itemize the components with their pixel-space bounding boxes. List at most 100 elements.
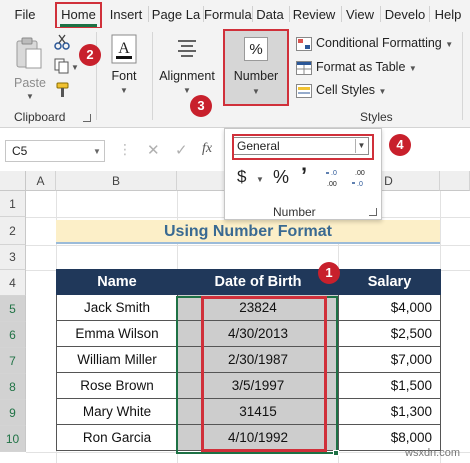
cell-name[interactable]: Mary White — [56, 398, 178, 425]
table-row: Ron Garcia 4/10/1992 $8,000 — [56, 424, 441, 451]
format-as-table-icon — [296, 60, 312, 75]
chevron-down-icon: ▼ — [445, 40, 454, 49]
chevron-down-icon: ▼ — [408, 64, 417, 73]
svg-text:.00: .00 — [355, 170, 365, 177]
table-row: Jack Smith 23824 $4,000 — [56, 294, 441, 321]
number-label: Number — [233, 69, 279, 83]
tab-data[interactable]: Data — [254, 6, 286, 24]
tab-review[interactable]: Review — [291, 6, 337, 24]
tab-developer[interactable]: Develo — [382, 6, 428, 24]
row-header-8[interactable]: 8 — [0, 374, 26, 400]
copy-icon — [54, 58, 69, 74]
cell-date-of-birth[interactable]: 31415 — [177, 398, 339, 425]
cell-salary[interactable]: $7,000 — [338, 346, 441, 373]
number-format-highlight — [232, 134, 374, 160]
cell-date-of-birth[interactable]: 4/10/1992 — [177, 424, 339, 451]
header-date-of-birth[interactable]: Date of Birth — [177, 269, 339, 295]
row-header-6[interactable]: 6 — [0, 322, 26, 348]
chevron-down-icon: ▼ — [26, 92, 34, 101]
cell-name[interactable]: Ron Garcia — [56, 424, 178, 451]
alignment-button[interactable]: Alignment ▼ — [156, 32, 218, 102]
cell-name[interactable]: Emma Wilson — [56, 320, 178, 347]
format-as-table-button[interactable]: Format as Table ▼ — [296, 58, 417, 76]
svg-text:A: A — [118, 40, 130, 57]
paste-icon — [16, 37, 42, 69]
cell-date-of-birth[interactable]: 2/30/1987 — [177, 346, 339, 373]
cell-name[interactable]: William Miller — [56, 346, 178, 373]
dialog-launcher-icon[interactable] — [369, 208, 377, 216]
decrease-decimal-button[interactable]: .00 .0 — [351, 167, 371, 189]
select-all-corner[interactable] — [0, 171, 26, 191]
group-separator — [462, 32, 463, 120]
cut-button[interactable] — [54, 34, 70, 50]
row-header-10[interactable]: 10 — [0, 426, 26, 452]
column-header-a[interactable]: A — [26, 171, 56, 191]
svg-text:.0: .0 — [331, 170, 337, 177]
dialog-launcher-icon[interactable] — [83, 114, 91, 122]
row-header-3[interactable]: 3 — [0, 245, 26, 270]
cell-name[interactable]: Jack Smith — [56, 294, 178, 321]
conditional-formatting-icon — [296, 36, 312, 51]
tab-page-layout[interactable]: Page La — [150, 6, 202, 24]
cell-salary[interactable]: $2,500 — [338, 320, 441, 347]
step-badge-3: 3 — [190, 95, 212, 117]
tab-formulas[interactable]: Formula — [204, 6, 252, 24]
tab-view[interactable]: View — [343, 6, 377, 24]
row-header-1[interactable]: 1 — [0, 191, 26, 217]
table-row: Rose Brown 3/5/1997 $1,500 — [56, 372, 441, 399]
percent-style-button[interactable]: % — [273, 167, 289, 188]
tab-separator — [252, 6, 253, 22]
name-box[interactable]: C5 — [5, 140, 105, 162]
row-header-5[interactable]: 5 — [0, 296, 26, 322]
tab-file[interactable]: File — [10, 6, 40, 24]
number-group-label: Number — [273, 205, 316, 219]
styles-group-label: Styles — [360, 110, 393, 124]
header-name[interactable]: Name — [56, 269, 178, 295]
tab-separator — [289, 6, 290, 22]
increase-decimal-button[interactable]: .0 .00 — [325, 167, 345, 189]
name-box-dropdown[interactable]: ▼ — [93, 147, 101, 156]
svg-text:.0: .0 — [357, 181, 363, 188]
chevron-down-icon[interactable]: ▼ — [256, 175, 264, 184]
column-header-b[interactable]: B — [56, 171, 177, 191]
tab-help[interactable]: Help — [432, 6, 464, 24]
cell-salary[interactable]: $1,500 — [338, 372, 441, 399]
tab-insert[interactable]: Insert — [106, 6, 146, 24]
row-header-9[interactable]: 9 — [0, 400, 26, 426]
table-header-row: Name Date of Birth Salary — [56, 269, 441, 295]
chevron-down-icon: ▼ — [120, 86, 128, 95]
cell-name[interactable]: Rose Brown — [56, 372, 178, 399]
enter-icon[interactable]: ✓ — [175, 141, 188, 159]
fill-handle[interactable] — [333, 450, 339, 456]
conditional-formatting-label: Conditional Formatting — [316, 36, 442, 50]
cancel-icon[interactable]: ✕ — [147, 141, 160, 159]
paste-button[interactable]: Paste ▼ — [12, 36, 46, 101]
decrease-decimal-icon: .00 .0 — [352, 170, 365, 188]
tab-separator — [341, 6, 342, 22]
currency-format-button[interactable]: $ — [237, 167, 246, 187]
cell-date-of-birth[interactable]: 4/30/2013 — [177, 320, 339, 347]
ribbon-body: Paste ▼ ▼ Clipboard A Font ▼ Alignment ▼… — [0, 28, 470, 128]
cell-salary[interactable]: $4,000 — [338, 294, 441, 321]
step-badge-2: 2 — [79, 44, 101, 66]
cell-date-of-birth[interactable]: 23824 — [177, 294, 339, 321]
cell-date-of-birth[interactable]: 3/5/1997 — [177, 372, 339, 399]
cell-styles-button[interactable]: Cell Styles ▼ — [296, 81, 386, 99]
row-header-2[interactable]: 2 — [0, 217, 26, 245]
home-tab-highlight — [55, 2, 102, 29]
cell-salary[interactable]: $1,300 — [338, 398, 441, 425]
row-header-7[interactable]: 7 — [0, 348, 26, 374]
row-header-4[interactable]: 4 — [0, 270, 26, 296]
format-painter-button[interactable] — [54, 82, 70, 98]
copy-button[interactable]: ▼ — [54, 58, 79, 74]
font-button[interactable]: A Font ▼ — [104, 32, 144, 102]
font-icon: A — [111, 34, 137, 64]
fx-button[interactable]: fx — [202, 141, 212, 157]
group-separator — [152, 32, 153, 120]
sheet-title[interactable]: Using Number Format — [56, 220, 440, 244]
header-salary[interactable]: Salary — [338, 269, 441, 295]
column-header-extra[interactable] — [440, 171, 470, 191]
number-button[interactable]: % Number ▼ — [223, 29, 289, 106]
comma-style-button[interactable]: ’ — [301, 163, 307, 189]
conditional-formatting-button[interactable]: Conditional Formatting ▼ — [296, 34, 453, 52]
